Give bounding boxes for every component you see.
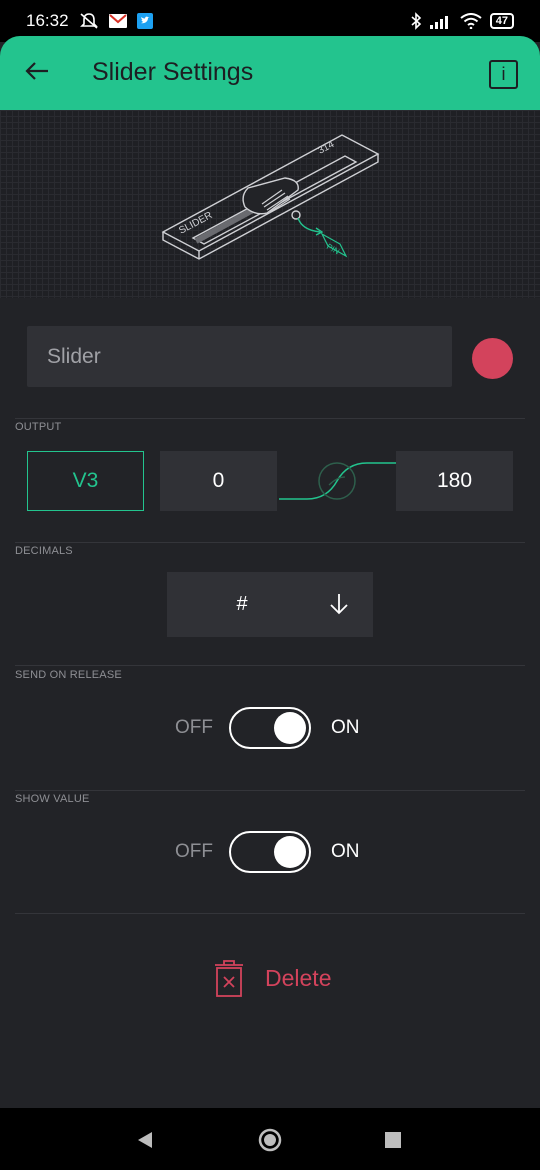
bluetooth-icon	[411, 12, 421, 30]
toggle-knob	[274, 712, 306, 744]
send-on-release-section-label: SEND ON RELEASE	[15, 669, 122, 681]
show-value-section-label: SHOW VALUE	[15, 793, 90, 805]
recents-square-icon[interactable]	[385, 1132, 401, 1148]
pin-tag-label: PIN	[325, 242, 341, 257]
show-value-row: OFF ON	[0, 831, 540, 875]
send-on-release-off-label: OFF	[175, 717, 213, 738]
arrow-down-icon	[330, 594, 348, 615]
status-time: 16:32	[26, 11, 69, 30]
mapping-curve-icon	[279, 462, 396, 500]
divider	[15, 542, 525, 543]
wifi-icon	[460, 13, 482, 29]
home-circle-icon[interactable]	[258, 1128, 282, 1152]
slider-illustration: SLIDER 314 PIN	[161, 134, 380, 260]
app-bar: Slider Settings i	[0, 36, 540, 110]
slider-widget-value: 314	[316, 139, 336, 157]
send-on-release-on-label: ON	[331, 717, 360, 738]
show-value-toggle[interactable]	[229, 831, 311, 873]
output-section-label: OUTPUT	[15, 421, 62, 433]
back-triangle-icon[interactable]	[137, 1131, 153, 1149]
decimals-value: #	[236, 593, 248, 615]
decimals-dropdown[interactable]: #	[167, 572, 373, 637]
divider	[15, 665, 525, 666]
pin-select-button[interactable]: V3	[27, 451, 144, 511]
info-button[interactable]: i	[489, 60, 518, 89]
signal-icon	[429, 16, 448, 29]
twitter-icon	[136, 13, 153, 29]
divider	[15, 913, 525, 914]
delete-label: Delete	[265, 965, 332, 991]
delete-button[interactable]: Delete	[213, 960, 331, 998]
trash-icon	[215, 960, 243, 997]
divider	[15, 418, 525, 419]
send-on-release-toggle[interactable]	[229, 707, 311, 749]
mute-icon	[79, 13, 98, 29]
decimals-section-label: DECIMALS	[15, 545, 73, 557]
show-value-on-label: ON	[331, 841, 360, 862]
page-title: Slider Settings	[92, 58, 254, 86]
battery-icon: 47	[489, 13, 514, 29]
system-nav-bar	[0, 1108, 540, 1170]
show-value-off-label: OFF	[175, 841, 213, 862]
color-picker-button[interactable]	[472, 338, 513, 379]
output-max-input[interactable]: 180	[396, 451, 513, 511]
widget-preview: SLIDER 314 PIN	[0, 110, 540, 298]
gmail-icon	[108, 14, 127, 28]
toggle-knob	[274, 836, 306, 868]
back-arrow-icon[interactable]	[22, 56, 52, 86]
divider	[15, 790, 525, 791]
widget-name-input[interactable]: Slider	[27, 326, 452, 387]
send-on-release-row: OFF ON	[0, 707, 540, 751]
output-min-input[interactable]: 0	[160, 451, 277, 511]
